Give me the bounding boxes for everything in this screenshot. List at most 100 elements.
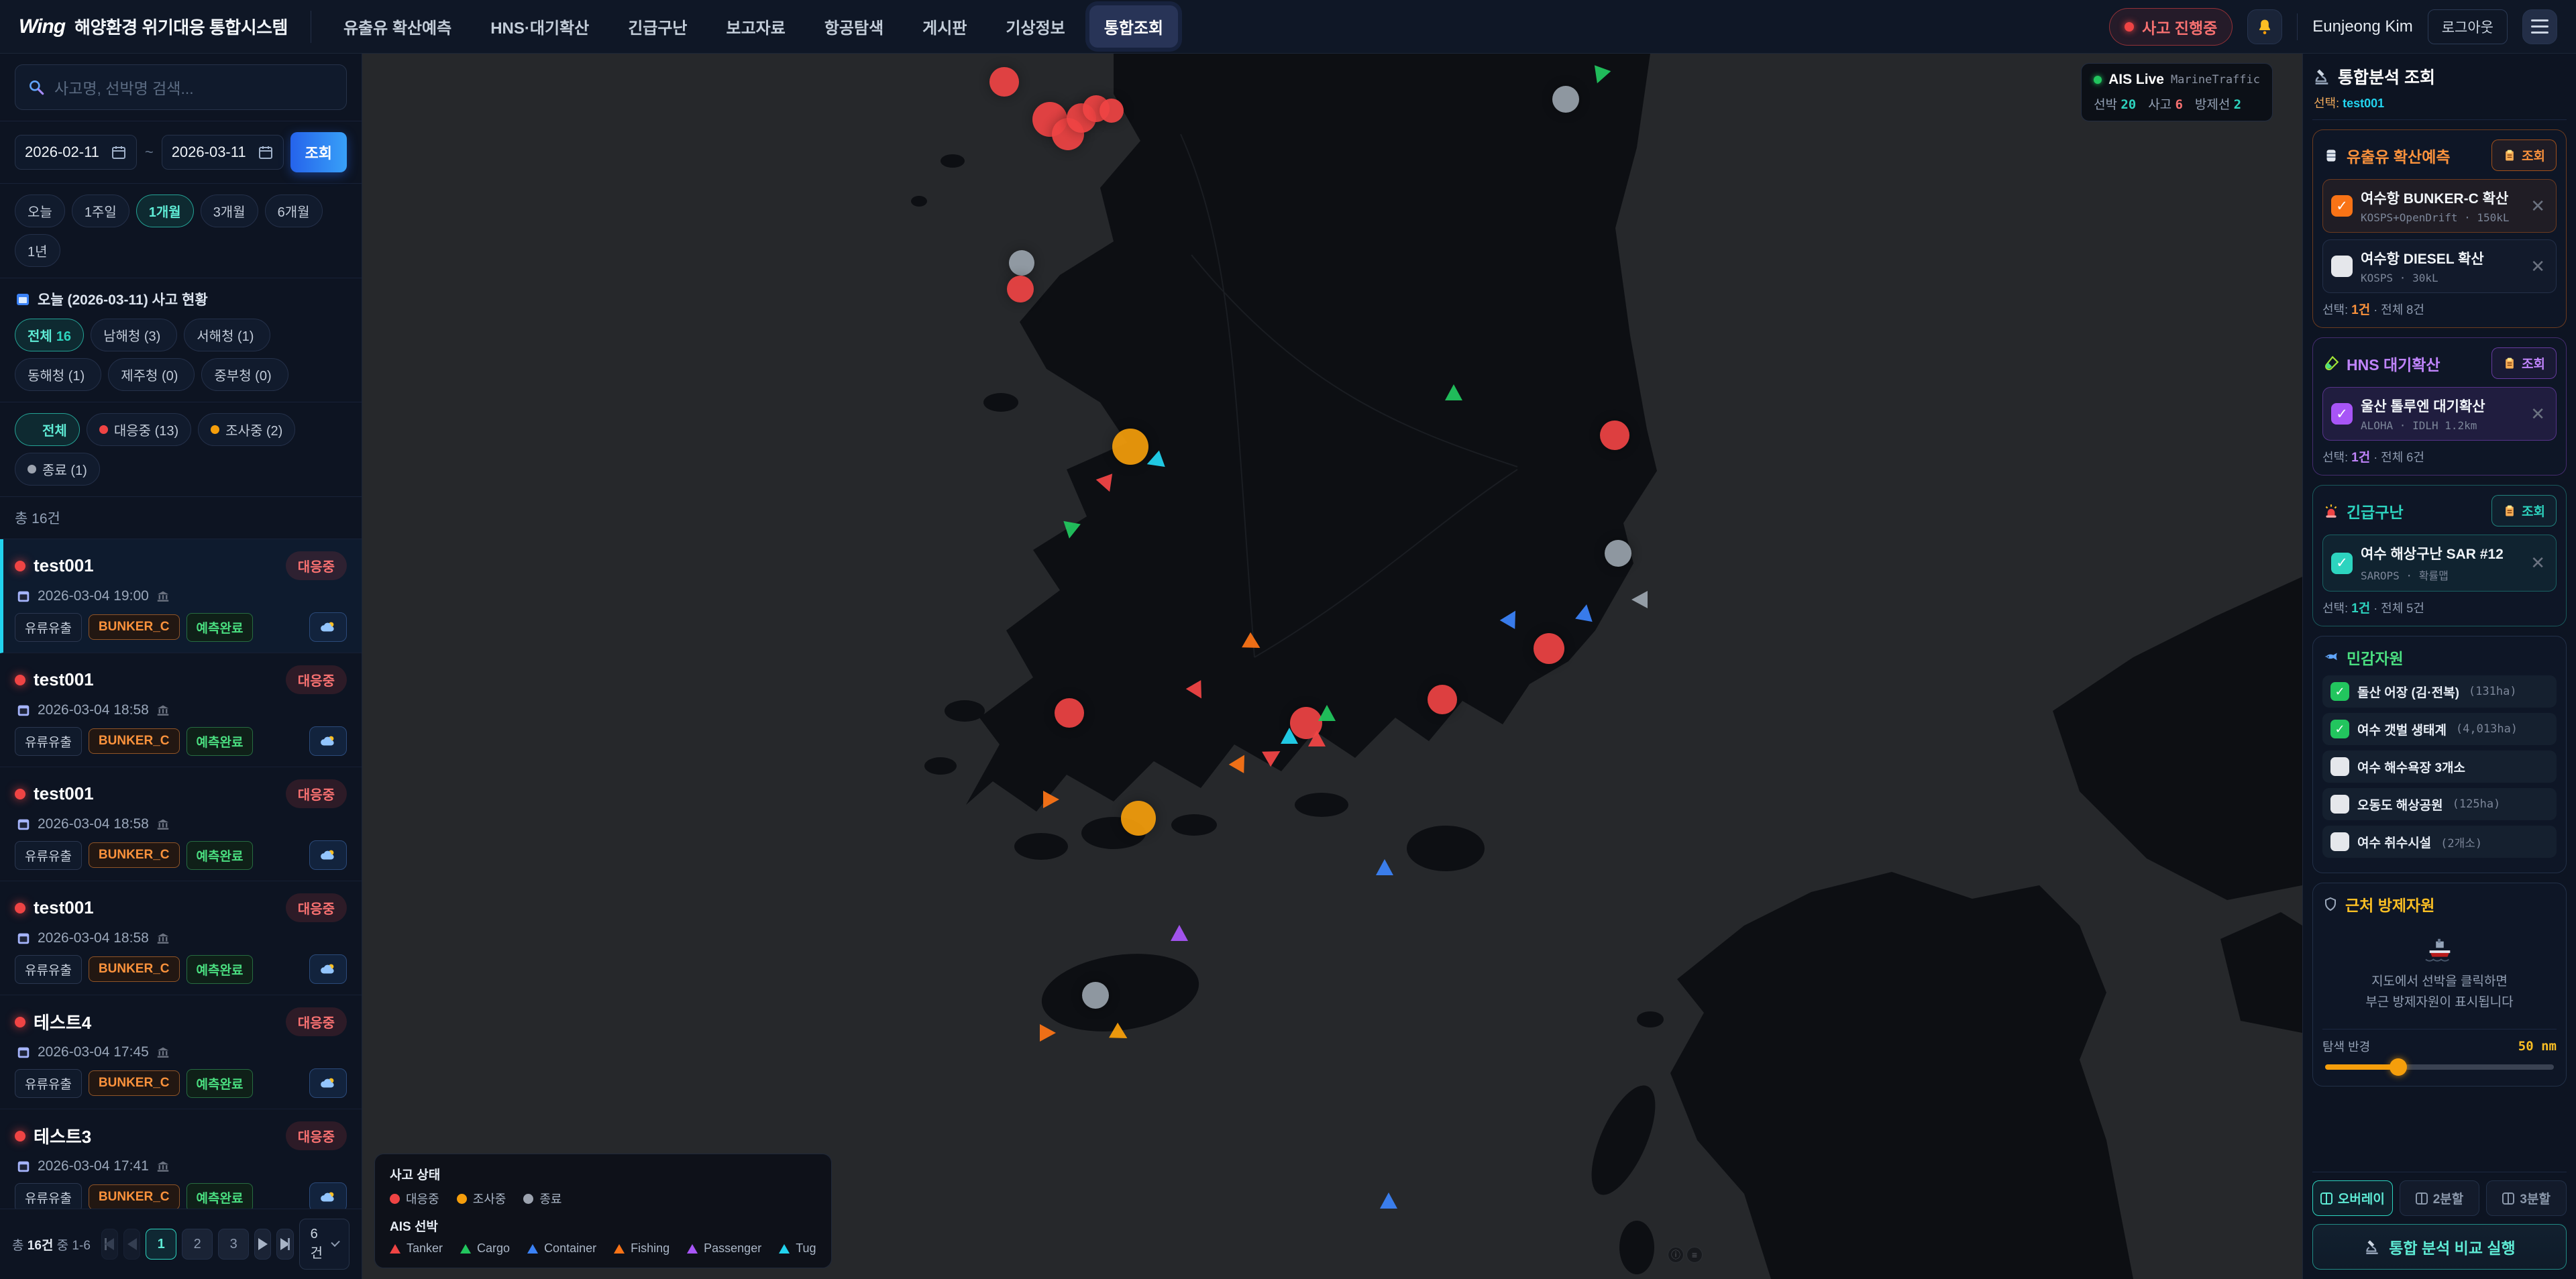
scenario-checkbox[interactable] <box>2331 256 2353 277</box>
quick-range-chip[interactable]: 1개월 <box>136 194 194 227</box>
ais-vessel-marker[interactable] <box>1445 384 1462 400</box>
incident-marker[interactable] <box>1428 685 1457 714</box>
weather-button[interactable] <box>309 726 347 756</box>
close-icon[interactable]: ✕ <box>2528 256 2548 277</box>
nav-menu-item[interactable]: HNS·대기확산 <box>476 5 604 48</box>
quick-range-chip[interactable]: 1주일 <box>72 194 129 227</box>
sensitive-resource-item[interactable]: 돌산 어장 (김·전복) (131ha) <box>2322 675 2557 708</box>
analysis-scenario-item[interactable]: 울산 톨루엔 대기확산 ALOHA · IDLH 1.2km ✕ <box>2322 387 2557 441</box>
map-control-button[interactable]: ≡ <box>1686 1247 1703 1263</box>
incident-marker[interactable] <box>1112 429 1148 465</box>
ais-vessel-marker[interactable] <box>1040 1024 1056 1042</box>
incident-marker[interactable] <box>1055 698 1084 728</box>
weather-button[interactable] <box>309 1182 347 1209</box>
sensitive-resource-item[interactable]: 여수 갯벌 생태계 (4,013ha) <box>2322 713 2557 745</box>
view-mode-button[interactable]: 3분할 <box>2486 1180 2567 1216</box>
ais-vessel-marker[interactable] <box>1380 1192 1397 1209</box>
prev-page-button[interactable] <box>123 1229 140 1260</box>
resource-checkbox[interactable] <box>2330 832 2349 851</box>
incident-list-item[interactable]: 테스트4 대응중 2026-03-04 17:45 유류유출 BUNKER_C … <box>0 995 362 1109</box>
region-filter-chip[interactable]: 제주청 (0) <box>108 358 195 391</box>
nav-menu-item[interactable]: 통합조회 <box>1089 5 1178 48</box>
incident-marker[interactable] <box>1605 540 1631 567</box>
status-filter-chip[interactable]: 조사중 (2) <box>198 413 295 446</box>
radius-slider-thumb[interactable] <box>2390 1058 2407 1076</box>
ais-vessel-marker[interactable] <box>1171 925 1188 941</box>
region-filter-chip[interactable]: 전체16 <box>15 319 84 351</box>
scenario-checkbox[interactable] <box>2331 195 2353 217</box>
incident-marker[interactable] <box>1600 421 1629 450</box>
incident-marker[interactable] <box>1082 982 1109 1009</box>
close-icon[interactable]: ✕ <box>2528 196 2548 217</box>
view-mode-button[interactable]: 2분할 <box>2400 1180 2480 1216</box>
incident-list-item[interactable]: test001 대응중 2026-03-04 18:58 유류유출 BUNKER… <box>0 767 362 881</box>
quick-range-chip[interactable]: 6개월 <box>265 194 323 227</box>
nav-menu-item[interactable]: 기상정보 <box>991 5 1079 48</box>
weather-button[interactable] <box>309 612 347 642</box>
hns-query-button[interactable]: 조회 <box>2491 347 2557 379</box>
scenario-checkbox[interactable] <box>2331 553 2353 574</box>
run-comparison-button[interactable]: 통합 분석 비교 실행 <box>2312 1224 2567 1270</box>
search-input[interactable]: 사고명, 선박명 검색... <box>15 64 347 110</box>
sensitive-resource-item[interactable]: 여수 취수시설 (2개소) <box>2322 826 2557 858</box>
logout-button[interactable]: 로그아웃 <box>2428 9 2508 44</box>
logo[interactable]: Wing 해양환경 위기대응 통합시스템 <box>19 11 311 43</box>
incident-list-item[interactable]: test001 대응중 2026-03-04 18:58 유류유출 BUNKER… <box>0 881 362 995</box>
page-number-button[interactable]: 3 <box>218 1229 249 1260</box>
region-filter-chip[interactable]: 남해청 (3) <box>91 319 177 351</box>
notifications-button[interactable] <box>2247 9 2282 44</box>
resource-checkbox[interactable] <box>2330 757 2349 776</box>
status-filter-chip[interactable]: 전체 <box>15 413 80 446</box>
incident-marker[interactable] <box>1121 801 1156 836</box>
oil-query-button[interactable]: 조회 <box>2491 140 2557 171</box>
resource-checkbox[interactable] <box>2330 795 2349 814</box>
incident-marker[interactable] <box>1552 86 1579 113</box>
close-icon[interactable]: ✕ <box>2528 404 2548 425</box>
page-number-button[interactable]: 1 <box>146 1229 176 1260</box>
quick-range-chip[interactable]: 1년 <box>15 234 60 267</box>
sensitive-resource-item[interactable]: 오동도 해상공원 (125ha) <box>2322 788 2557 820</box>
ais-vessel-marker[interactable] <box>1575 603 1595 622</box>
date-query-button[interactable]: 조회 <box>290 132 347 172</box>
status-filter-chip[interactable]: 종료 (1) <box>15 453 100 486</box>
incident-marker[interactable] <box>1007 276 1034 302</box>
weather-button[interactable] <box>309 954 347 984</box>
analysis-scenario-item[interactable]: 여수항 BUNKER-C 확산 KOSPS+OpenDrift · 150kL … <box>2322 179 2557 233</box>
analysis-scenario-item[interactable]: 여수항 DIESEL 확산 KOSPS · 30kL ✕ <box>2322 239 2557 293</box>
incident-list-item[interactable]: test001 대응중 2026-03-04 18:58 유류유출 BUNKER… <box>0 653 362 767</box>
incident-list-item[interactable]: 테스트3 대응중 2026-03-04 17:41 유류유출 BUNKER_C … <box>0 1109 362 1209</box>
region-filter-chip[interactable]: 중부청 (0) <box>201 358 288 391</box>
close-icon[interactable]: ✕ <box>2528 553 2548 573</box>
quick-range-chip[interactable]: 오늘 <box>15 194 65 227</box>
date-from-input[interactable]: 2026-02-11 <box>15 135 137 170</box>
incident-list-item[interactable]: test001 대응중 2026-03-04 19:00 유류유출 BUNKER… <box>0 539 362 653</box>
incident-marker[interactable] <box>1009 250 1034 276</box>
quick-range-chip[interactable]: 3개월 <box>201 194 258 227</box>
resource-checkbox[interactable] <box>2330 720 2349 738</box>
next-page-button[interactable] <box>254 1229 271 1260</box>
page-size-select[interactable]: 6건 <box>299 1219 350 1270</box>
map-attribution-button[interactable]: ⓘ <box>1668 1247 1684 1263</box>
ais-vessel-marker[interactable] <box>1061 521 1081 540</box>
incident-marker[interactable] <box>989 67 1019 97</box>
map-canvas[interactable]: AIS Live MarineTraffic 선박 20 사고 6 방제선 2 … <box>362 54 2302 1279</box>
first-page-button[interactable] <box>101 1229 118 1260</box>
view-mode-button[interactable]: 오버레이 <box>2312 1180 2393 1216</box>
incident-marker[interactable] <box>1099 99 1124 123</box>
ais-vessel-marker[interactable] <box>1281 728 1298 744</box>
nav-menu-item[interactable]: 항공탐색 <box>810 5 898 48</box>
weather-button[interactable] <box>309 1068 347 1098</box>
analysis-scenario-item[interactable]: 여수 해상구난 SAR #12 SAROPS · 확률맵 ✕ <box>2322 535 2557 592</box>
hamburger-menu-button[interactable] <box>2522 9 2557 44</box>
sar-query-button[interactable]: 조회 <box>2491 495 2557 526</box>
nav-menu-item[interactable]: 게시판 <box>908 5 981 48</box>
nav-menu-item[interactable]: 유출유 확산예측 <box>329 5 466 48</box>
sensitive-resource-item[interactable]: 여수 해수욕장 3개소 <box>2322 750 2557 783</box>
page-number-button[interactable]: 2 <box>182 1229 213 1260</box>
region-filter-chip[interactable]: 동해청 (1) <box>15 358 101 391</box>
last-page-button[interactable] <box>276 1229 293 1260</box>
radius-slider[interactable] <box>2325 1064 2554 1070</box>
ais-vessel-marker[interactable] <box>1631 591 1648 608</box>
ais-vessel-marker[interactable] <box>1318 705 1336 721</box>
ais-vessel-marker[interactable] <box>1376 859 1393 875</box>
